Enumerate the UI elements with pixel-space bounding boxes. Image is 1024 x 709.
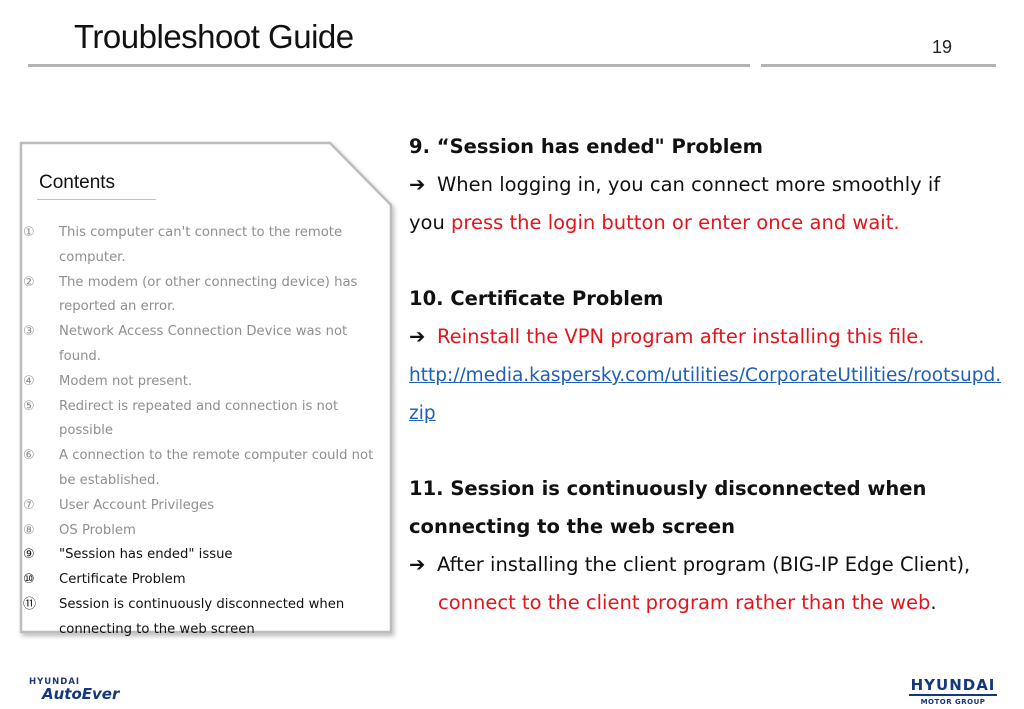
contents-item[interactable]: ② The modem (or other connecting device) …: [23, 271, 393, 321]
section-9-text: When logging in, you can connect more sm…: [437, 173, 941, 196]
item-label: OS Problem: [59, 522, 136, 538]
page-title: Troubleshoot Guide: [74, 18, 354, 55]
contents-list: ① This computer can't connect to the remo…: [23, 221, 393, 643]
item-label: This computer can't connect to the remot…: [59, 225, 343, 265]
arrow-right-icon: ➔: [409, 553, 426, 576]
hyundai-motor-group-logo: HYUNDAI MOTOR GROUP: [909, 677, 997, 706]
header-divider-left: [28, 64, 750, 67]
contents-item[interactable]: ⑤ Redirect is repeated and connection is …: [23, 395, 393, 445]
section-10-line-1: ➔ Reinstall the VPN program after install…: [409, 318, 1009, 356]
rootsupd-download-link-cont[interactable]: zip: [409, 403, 436, 424]
section-9-heading: 9. “Session has ended" Problem: [409, 135, 763, 158]
item-label: Certificate Problem: [59, 572, 186, 588]
section-9-highlight: press the login button or enter once and…: [451, 211, 900, 234]
item-number: ④: [23, 373, 35, 389]
item-label: Network Access Connection Device was not…: [59, 324, 348, 364]
item-label: Session is continuously disconnected whe…: [59, 596, 345, 637]
item-number: ①: [23, 225, 35, 240]
section-11-text: After installing the client program (BIG…: [437, 553, 971, 576]
section-10-link-line-2: zip: [409, 394, 1009, 432]
contents-item[interactable]: ⑥ A connection to the remote computer cou…: [23, 444, 393, 494]
item-number: ⑧: [23, 522, 35, 538]
section-11-highlight: connect to the client program rather tha…: [438, 591, 931, 614]
logo-product-text: AutoEver: [42, 685, 120, 703]
logo-group-text: MOTOR GROUP: [920, 698, 986, 706]
arrow-right-icon: ➔: [409, 325, 426, 348]
contents-item[interactable]: ⑨ "Session has ended" issue: [23, 543, 393, 568]
section-9-text-plain: you: [409, 211, 452, 234]
contents-item[interactable]: ⑩ Certificate Problem: [23, 568, 393, 593]
contents-item[interactable]: ③ Network Access Connection Device was no…: [23, 320, 393, 370]
item-number: ⑨: [23, 547, 35, 563]
item-label: Redirect is repeated and connection is n…: [59, 398, 339, 439]
contents-item[interactable]: ⑦ User Account Privileges: [23, 494, 393, 519]
section-11-line-2: connect to the client program rather tha…: [409, 584, 1009, 622]
item-number: ⑥: [23, 448, 35, 464]
hyundai-autoever-logo: HYUNDAI AutoEver: [29, 677, 119, 703]
contents-heading: Contents: [39, 172, 116, 193]
page-number: 19: [932, 37, 953, 57]
contents-item[interactable]: ⑧ OS Problem: [23, 519, 393, 544]
item-number: ③: [23, 324, 35, 340]
section-11-line-1: ➔ After installing the client program (BI…: [409, 546, 1009, 584]
item-label: The modem (or other connecting device) h…: [59, 274, 358, 315]
section-11-heading-1: 11. Session is continuously disconnected…: [409, 477, 927, 500]
section-10-heading: 10. Certificate Problem: [409, 287, 664, 310]
contents-item[interactable]: ④ Modem not present.: [23, 370, 393, 395]
section-11-heading-2: connecting to the web screen: [409, 515, 735, 538]
contents-heading-underline: [37, 199, 156, 200]
header-divider-right: [761, 64, 996, 67]
logo-brand-text: HYUNDAI: [909, 676, 997, 696]
item-number: ⑪: [23, 596, 37, 612]
item-label: "Session has ended" issue: [59, 547, 233, 563]
item-number: ⑩: [23, 572, 35, 588]
arrow-right-icon: ➔: [409, 173, 426, 196]
main-content: 9. “Session has ended" Problem ➔ When log…: [409, 128, 1009, 622]
item-label: User Account Privileges: [59, 497, 215, 513]
item-number: ⑦: [23, 497, 35, 513]
item-number: ⑤: [23, 398, 35, 414]
section-9-line-2: you press the login button or enter once…: [409, 204, 1009, 242]
item-label: Modem not present.: [59, 373, 193, 389]
section-10-highlight: Reinstall the VPN program after installi…: [437, 325, 925, 348]
rootsupd-download-link[interactable]: http://media.kaspersky.com/utilities/Cor…: [409, 365, 1001, 386]
item-number: ②: [23, 274, 35, 290]
section-9-line-1: ➔ When logging in, you can connect more s…: [409, 166, 1009, 204]
section-11-period: .: [930, 591, 937, 614]
contents-item[interactable]: ⑪ Session is continuously disconnected wh…: [23, 593, 393, 643]
item-label: A connection to the remote computer coul…: [59, 448, 374, 488]
section-10-link-line-1: http://media.kaspersky.com/utilities/Cor…: [409, 356, 1009, 394]
contents-item[interactable]: ① This computer can't connect to the remo…: [23, 221, 393, 271]
